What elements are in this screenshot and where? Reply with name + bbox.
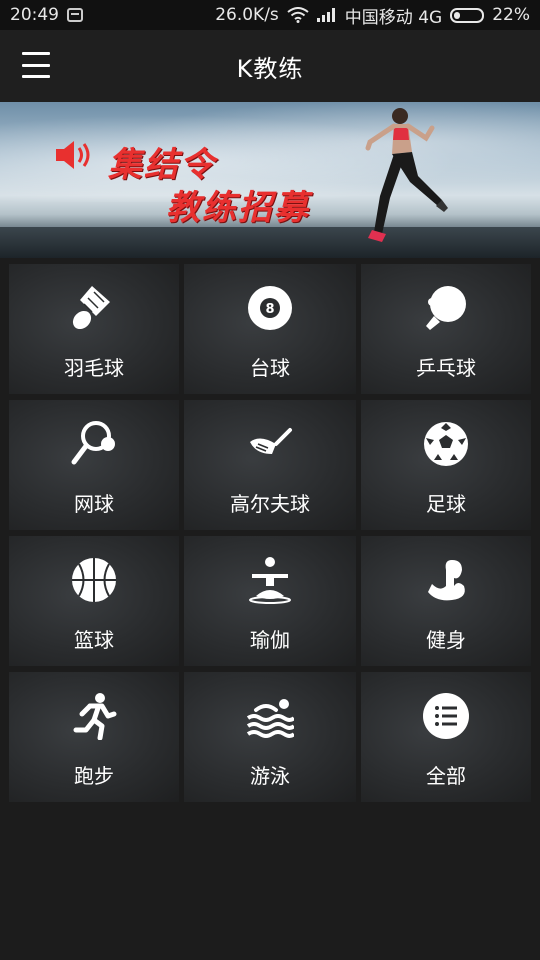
- battery-percent: 22%: [492, 5, 530, 25]
- status-bar: 20:49 26.0K/s 中国移动 4G 22%: [0, 0, 540, 30]
- list-icon: [423, 693, 469, 739]
- signal-icon: [316, 8, 337, 22]
- clock: 20:49: [10, 5, 59, 25]
- category-running[interactable]: 跑步: [9, 672, 179, 802]
- category-label: 跑步: [74, 764, 114, 788]
- soccer-ball-icon: [424, 422, 468, 466]
- gallery-notification-icon: [67, 8, 83, 22]
- category-label: 高尔夫球: [230, 492, 310, 516]
- runner-photo: [365, 108, 448, 242]
- speaker-icon: [56, 141, 90, 169]
- wifi-icon: [287, 7, 309, 23]
- category-billiards[interactable]: 8 台球: [184, 264, 356, 394]
- category-label: 全部: [426, 764, 466, 788]
- menu-icon[interactable]: [22, 52, 50, 78]
- battery-icon: [450, 7, 485, 23]
- category-yoga[interactable]: 瑜伽: [184, 536, 356, 666]
- category-swimming[interactable]: 游泳: [184, 672, 356, 802]
- runner-icon: [73, 693, 117, 740]
- category-grid: 羽毛球 8 台球 乒乓球 网球 高尔夫球 足球 篮球 瑜伽 健身 跑步 游泳 全…: [9, 264, 531, 802]
- category-label: 游泳: [250, 764, 290, 788]
- muscle-arm-icon: [428, 560, 465, 601]
- shuttlecock-icon: [72, 286, 110, 330]
- swimming-icon: [246, 699, 294, 738]
- category-label: 乒乓球: [416, 356, 476, 380]
- category-label: 台球: [250, 356, 290, 380]
- banner-subheadline: 教练招募: [166, 188, 310, 228]
- golf-club-icon: [250, 428, 292, 454]
- category-label: 瑜伽: [250, 628, 290, 652]
- basketball-icon: [72, 558, 116, 602]
- yoga-icon: [249, 557, 291, 604]
- category-tennis[interactable]: 网球: [9, 400, 179, 530]
- ping-pong-icon: [426, 286, 466, 330]
- svg-text:8: 8: [265, 302, 274, 317]
- category-label: 羽毛球: [64, 356, 124, 380]
- category-label: 健身: [426, 628, 466, 652]
- tennis-icon: [71, 421, 115, 465]
- category-fitness[interactable]: 健身: [361, 536, 531, 666]
- page-title: K教练: [236, 54, 304, 83]
- category-label: 足球: [426, 492, 466, 516]
- category-ping-pong[interactable]: 乒乓球: [361, 264, 531, 394]
- category-soccer[interactable]: 足球: [361, 400, 531, 530]
- network-speed: 26.0K/s: [215, 5, 279, 25]
- category-label: 网球: [74, 492, 114, 516]
- category-badminton[interactable]: 羽毛球: [9, 264, 179, 394]
- category-golf[interactable]: 高尔夫球: [184, 400, 356, 530]
- billiard-ball-icon: 8: [248, 286, 292, 330]
- category-basketball[interactable]: 篮球: [9, 536, 179, 666]
- carrier-label: 中国移动 4G: [344, 7, 443, 28]
- category-all[interactable]: 全部: [361, 672, 531, 802]
- category-label: 篮球: [74, 628, 114, 652]
- app-header: K教练: [0, 30, 540, 102]
- banner-headline: 集结令: [108, 145, 216, 185]
